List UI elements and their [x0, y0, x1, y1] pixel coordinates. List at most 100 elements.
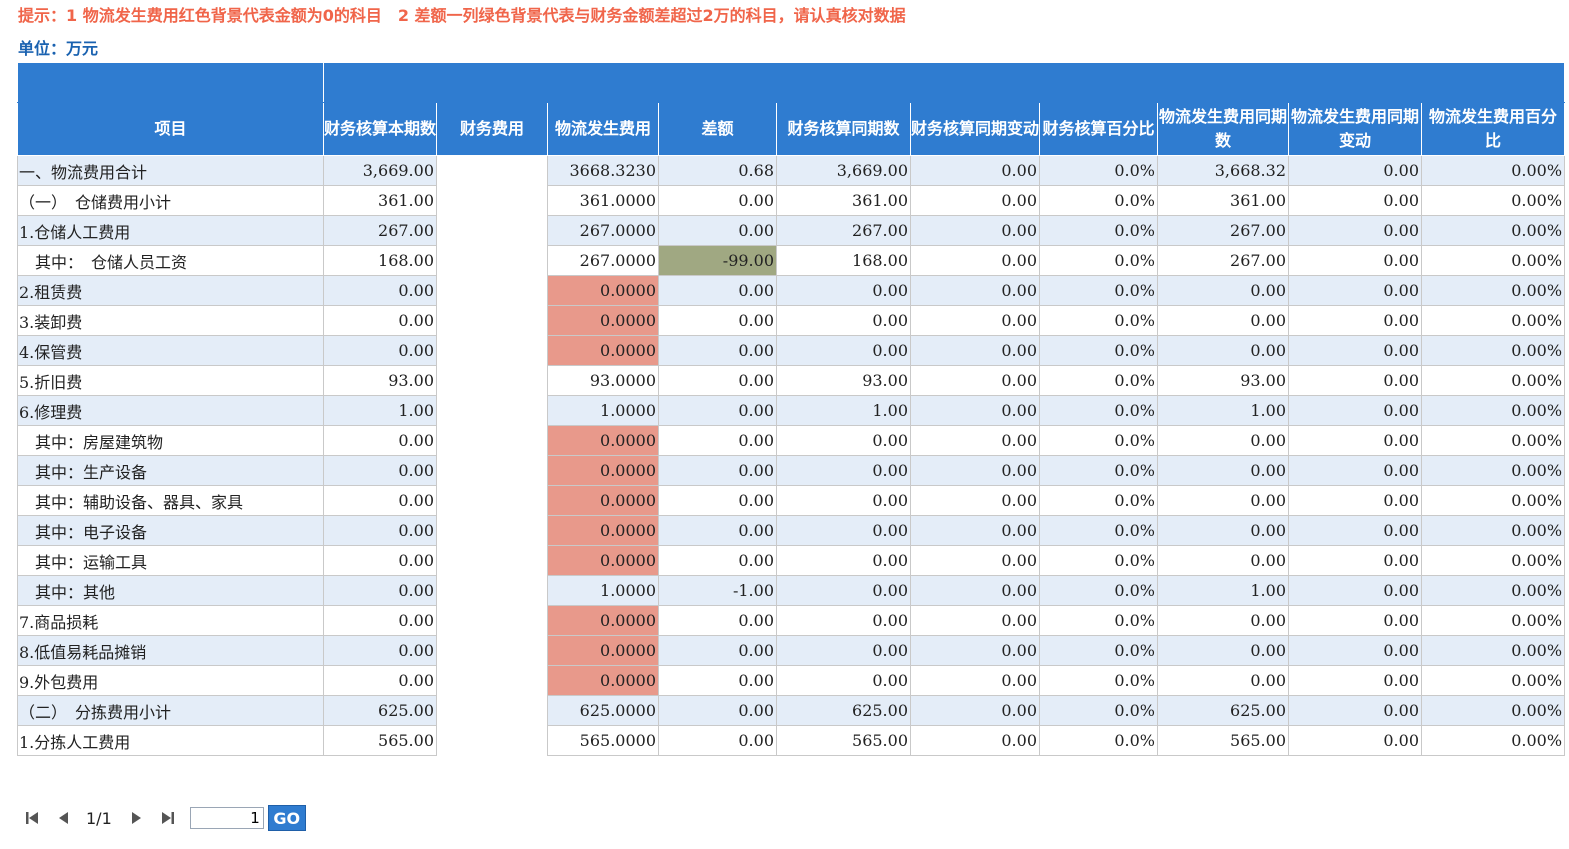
header-band-left: [17, 62, 324, 103]
cell-finance-prior: 1.00: [776, 395, 911, 426]
col-header-item: 项目: [17, 102, 324, 156]
cell-logistics-prior: 565.00: [1157, 725, 1289, 756]
cell-logistics-percent: 0.00%: [1420, 485, 1566, 516]
cell-logistics-percent: 0.00%: [1420, 665, 1566, 696]
cell-logistics-cost: 267.0000: [547, 245, 659, 276]
cell-finance-prior: 361.00: [776, 185, 911, 216]
cell-item: 其中：生产设备: [17, 455, 324, 486]
table-row: （二） 分拣费用小计 625.00 625.0000 0.00 625.00 0.00 0.…: [17, 695, 1566, 726]
table-row: 9.外包费用 0.00 0.0000 0.00 0.00 0.00 0.0% 0.00 0.00…: [17, 665, 1566, 696]
cell-finance-prior-change: 0.00: [910, 485, 1040, 516]
first-page-icon[interactable]: [22, 806, 42, 830]
cell-finance-prior-change: 0.00: [910, 605, 1040, 636]
cell-logistics-cost: 1.0000: [547, 395, 659, 426]
cell-finance-current: 0.00: [323, 545, 437, 576]
cell-item: 7.商品损耗: [17, 605, 324, 636]
cell-logistics-prior: 625.00: [1157, 695, 1289, 726]
table-row: （一） 仓储费用小计 361.00 361.0000 0.00 361.00 0.00 0.…: [17, 185, 1566, 216]
cell-logistics-prior-change: 0.00: [1288, 155, 1422, 186]
cell-logistics-cost: 0.0000: [547, 545, 659, 576]
page-number-input[interactable]: [189, 807, 264, 829]
cell-logistics-prior: 3,668.32: [1157, 155, 1289, 186]
prev-page-icon[interactable]: [54, 806, 74, 830]
cell-finance-prior-change: 0.00: [910, 545, 1040, 576]
cell-finance-percent: 0.0%: [1039, 425, 1158, 456]
cell-finance-prior: 93.00: [776, 365, 911, 396]
cell-logistics-prior-change: 0.00: [1288, 335, 1422, 366]
cell-item: （一） 仓储费用小计: [17, 185, 324, 216]
cell-logistics-cost: 0.0000: [547, 335, 659, 366]
cell-finance-percent: 0.0%: [1039, 575, 1158, 606]
cell-difference: 0.00: [658, 455, 777, 486]
table-row: 7.商品损耗 0.00 0.0000 0.00 0.00 0.00 0.0% 0.00 0.00…: [17, 605, 1566, 636]
cell-logistics-prior-change: 0.00: [1288, 395, 1422, 426]
cell-difference: 0.00: [658, 545, 777, 576]
cell-logistics-prior-change: 0.00: [1288, 635, 1422, 666]
cell-logistics-percent: 0.00%: [1420, 455, 1566, 486]
table-row: 6.修理费 1.00 1.0000 0.00 1.00 0.00 0.0% 1.00 0.00 0…: [17, 395, 1566, 426]
cell-difference: 0.00: [658, 725, 777, 756]
col-header-finance-expense: 财务费用: [436, 102, 548, 156]
cell-finance-percent: 0.0%: [1039, 455, 1158, 486]
cell-finance-current: 0.00: [323, 605, 437, 636]
table-row: 其中： 仓储人员工资 168.00 267.0000 -99.00 168.00 0.00…: [17, 245, 1566, 276]
cell-finance-prior-change: 0.00: [910, 335, 1040, 366]
cell-logistics-prior-change: 0.00: [1288, 455, 1422, 486]
cell-logistics-percent: 0.00%: [1420, 635, 1566, 666]
cell-difference: 0.00: [658, 635, 777, 666]
table-row: 8.低值易耗品摊销 0.00 0.0000 0.00 0.00 0.00 0.0% 0.00 0…: [17, 635, 1566, 666]
cell-finance-percent: 0.0%: [1039, 215, 1158, 246]
cell-logistics-percent: 0.00%: [1420, 275, 1566, 306]
cell-finance-expense: [436, 155, 548, 756]
cell-finance-prior-change: 0.00: [910, 185, 1040, 216]
cell-finance-percent: 0.0%: [1039, 185, 1158, 216]
cell-item: 其中：辅助设备、器具、家具: [17, 485, 324, 516]
header-band-right: [322, 62, 1566, 103]
cell-logistics-cost: 361.0000: [547, 185, 659, 216]
cell-finance-prior: 0.00: [776, 485, 911, 516]
cell-difference: 0.00: [658, 605, 777, 636]
cell-finance-prior-change: 0.00: [910, 575, 1040, 606]
cell-logistics-prior: 93.00: [1157, 365, 1289, 396]
cell-item: 其中：房屋建筑物: [17, 425, 324, 456]
cell-finance-prior-change: 0.00: [910, 425, 1040, 456]
cell-logistics-prior: 0.00: [1157, 275, 1289, 306]
cell-finance-prior: 0.00: [776, 425, 911, 456]
cell-finance-percent: 0.0%: [1039, 545, 1158, 576]
cell-finance-prior: 0.00: [776, 605, 911, 636]
cell-logistics-prior-change: 0.00: [1288, 665, 1422, 696]
cell-finance-prior-change: 0.00: [910, 695, 1040, 726]
cell-finance-current: 565.00: [323, 725, 437, 756]
next-page-icon[interactable]: [126, 806, 146, 830]
cell-item: 8.低值易耗品摊销: [17, 635, 324, 666]
cell-finance-prior-change: 0.00: [910, 455, 1040, 486]
cell-logistics-prior: 0.00: [1157, 305, 1289, 336]
cell-difference: 0.00: [658, 365, 777, 396]
cell-difference: 0.00: [658, 215, 777, 246]
cell-difference: 0.00: [658, 335, 777, 366]
col-header-finance-prior: 财务核算同期数: [776, 102, 911, 156]
cell-item: （二） 分拣费用小计: [17, 695, 324, 726]
cell-finance-prior: 0.00: [776, 455, 911, 486]
cell-logistics-prior-change: 0.00: [1288, 425, 1422, 456]
cell-difference: 0.00: [658, 425, 777, 456]
go-button[interactable]: GO: [267, 805, 306, 831]
cell-finance-current: 0.00: [323, 635, 437, 666]
cell-finance-prior-change: 0.00: [910, 155, 1040, 186]
cell-item: 4.保管费: [17, 335, 324, 366]
cell-logistics-percent: 0.00%: [1420, 365, 1566, 396]
cell-logistics-prior-change: 0.00: [1288, 185, 1422, 216]
cell-finance-current: 361.00: [323, 185, 437, 216]
cell-item: 其中： 仓储人员工资: [17, 245, 324, 276]
header-row: 项目 财务核算本期数 财务费用 物流发生费用 差额 财务核算同期数 财务核算同期…: [17, 102, 1566, 156]
cell-logistics-cost: 0.0000: [547, 635, 659, 666]
cell-logistics-prior-change: 0.00: [1288, 695, 1422, 726]
cell-logistics-cost: 0.0000: [547, 425, 659, 456]
cell-logistics-cost: 0.0000: [547, 515, 659, 546]
cell-logistics-prior-change: 0.00: [1288, 575, 1422, 606]
cell-logistics-prior: 0.00: [1157, 455, 1289, 486]
cell-finance-percent: 0.0%: [1039, 485, 1158, 516]
cell-logistics-cost: 3668.3230: [547, 155, 659, 186]
cell-finance-prior: 3,669.00: [776, 155, 911, 186]
last-page-icon[interactable]: [158, 806, 178, 830]
